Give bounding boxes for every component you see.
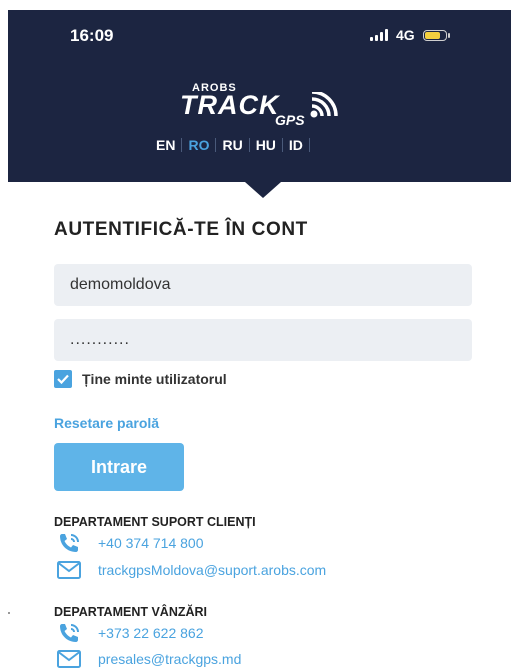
sales-email-address[interactable]: presales@trackgps.md bbox=[98, 651, 241, 667]
login-title: AUTENTIFICĂ-TE ÎN CONT bbox=[54, 219, 308, 240]
status-time: 16:09 bbox=[70, 26, 114, 45]
signal-icon bbox=[370, 29, 388, 41]
network-label: 4G bbox=[396, 27, 415, 43]
remember-me-label: Ține minte utilizatorul bbox=[82, 371, 227, 387]
lang-ru[interactable]: RU bbox=[216, 137, 248, 153]
support-phone-number[interactable]: +40 374 714 800 bbox=[98, 535, 204, 551]
arobs-trackgps-logo: AROBS TRACK GPS bbox=[180, 82, 350, 128]
reset-password-link[interactable]: Resetare parolă bbox=[54, 415, 159, 431]
login-screen: 16:09 4G AROBS TRACK GPS EN RO RU HU ID … bbox=[0, 0, 514, 669]
sales-phone-number[interactable]: +373 22 622 862 bbox=[98, 625, 204, 641]
support-phone[interactable]: +40 374 714 800 bbox=[56, 533, 204, 553]
lang-hu[interactable]: HU bbox=[250, 137, 282, 153]
status-indicators: 4G bbox=[370, 27, 450, 43]
support-email[interactable]: trackgpsMoldova@suport.arobs.com bbox=[56, 560, 326, 580]
password-input[interactable] bbox=[54, 319, 472, 361]
lang-id[interactable]: ID bbox=[283, 137, 309, 153]
username-input[interactable] bbox=[54, 264, 472, 306]
header-pointer bbox=[245, 182, 281, 198]
signal-waves-icon bbox=[310, 92, 338, 118]
remember-me-checkbox[interactable]: Ține minte utilizatorul bbox=[54, 370, 227, 388]
language-selector: EN RO RU HU ID bbox=[150, 137, 310, 153]
mail-icon bbox=[56, 649, 82, 669]
support-heading: DEPARTAMENT SUPORT CLIENȚI bbox=[54, 515, 256, 529]
stray-dot bbox=[8, 612, 10, 614]
phone-icon bbox=[56, 623, 82, 643]
sales-heading: DEPARTAMENT VÂNZĂRI bbox=[54, 605, 208, 619]
sales-phone[interactable]: +373 22 622 862 bbox=[56, 623, 204, 643]
sales-email[interactable]: presales@trackgps.md bbox=[56, 649, 241, 669]
lang-ro[interactable]: RO bbox=[182, 137, 215, 153]
divider bbox=[308, 138, 310, 152]
login-button[interactable]: Intrare bbox=[54, 443, 184, 491]
mail-icon bbox=[56, 560, 82, 580]
checkbox-checked-icon[interactable] bbox=[54, 370, 72, 388]
phone-icon bbox=[56, 533, 82, 553]
battery-icon bbox=[422, 29, 450, 41]
support-email-address[interactable]: trackgpsMoldova@suport.arobs.com bbox=[98, 562, 326, 578]
lang-en[interactable]: EN bbox=[150, 137, 181, 153]
